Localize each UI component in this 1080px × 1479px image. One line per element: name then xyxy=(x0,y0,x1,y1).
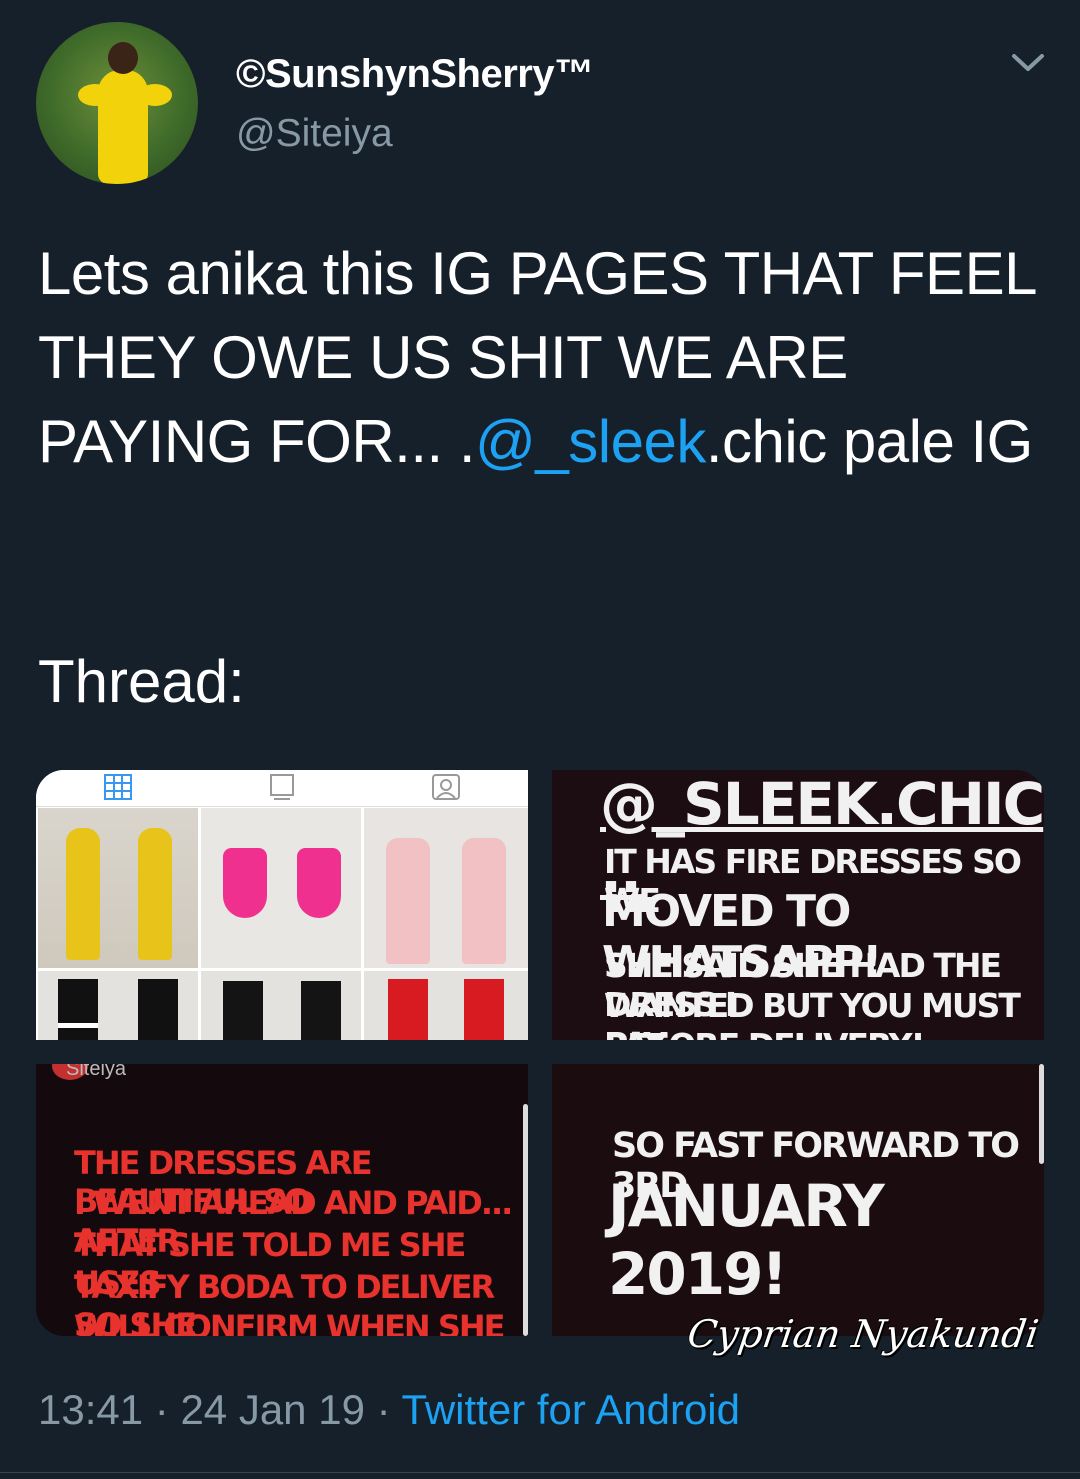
meta-separator: · xyxy=(364,1386,402,1433)
product-photo-red-dress[interactable] xyxy=(364,971,528,1040)
tweet-text-part: .chic pale IG xyxy=(705,408,1034,475)
mention-link[interactable]: @_sleek xyxy=(475,408,706,475)
avatar[interactable] xyxy=(36,22,198,184)
media-image-story-3[interactable]: SO FAST FORWARD TO 3RD JANUARY 2019! xyxy=(552,1064,1044,1336)
tv-icon xyxy=(270,774,294,800)
tweet-metadata: 13:41 · 24 Jan 19 · Twitter for Android xyxy=(38,1386,740,1434)
media-image-ig-grid[interactable] xyxy=(36,770,528,1040)
story-username: Siteiya xyxy=(66,1064,127,1080)
display-name[interactable]: ©SunshynSherry™ xyxy=(236,52,594,97)
story-scrollbar xyxy=(1039,1064,1044,1164)
product-photo-yellow-dress[interactable] xyxy=(38,808,198,968)
product-photo-black-dress[interactable] xyxy=(201,971,361,1040)
tweet-time[interactable]: 13:41 xyxy=(38,1386,143,1433)
watermark-signature: Cyprian Nyakundi xyxy=(684,1312,1042,1356)
media-grid: @_SLEEK.CHIC .. IT HAS FIRE DRESSES SO W… xyxy=(36,770,1044,1336)
media-image-story-2[interactable]: Siteiya THE DRESSES ARE BEAUTIFUL SO I W… xyxy=(36,1064,528,1336)
story-line: BEFORE DELIVERY! xyxy=(604,1026,926,1040)
divider xyxy=(0,1472,1080,1473)
user-handle[interactable]: @Siteiya xyxy=(236,112,393,156)
story-heading: JANUARY 2019! xyxy=(608,1172,885,1308)
tweet-source-link[interactable]: Twitter for Android xyxy=(402,1386,740,1433)
product-photo-black-white-dress[interactable] xyxy=(38,971,198,1040)
chevron-down-icon[interactable] xyxy=(1010,50,1046,74)
story-scrollbar xyxy=(523,1104,528,1336)
tagged-icon xyxy=(432,774,460,800)
thread-label: Thread: xyxy=(38,648,245,715)
tweet-date[interactable]: 24 Jan 19 xyxy=(180,1386,365,1433)
tweet-text: Lets anika this IG PAGES THAT FEEL THEY … xyxy=(38,232,1048,484)
product-photo-pink-dress[interactable] xyxy=(201,808,361,968)
grid-icon xyxy=(104,774,132,800)
ig-tab-bar xyxy=(36,770,528,807)
product-photo-blush-gown[interactable] xyxy=(364,808,528,968)
meta-separator: · xyxy=(143,1386,181,1433)
media-image-story-1[interactable]: @_SLEEK.CHIC .. IT HAS FIRE DRESSES SO W… xyxy=(552,770,1044,1040)
story-line: WILL CONFIRM WHEN SHE CAN xyxy=(74,1308,506,1336)
